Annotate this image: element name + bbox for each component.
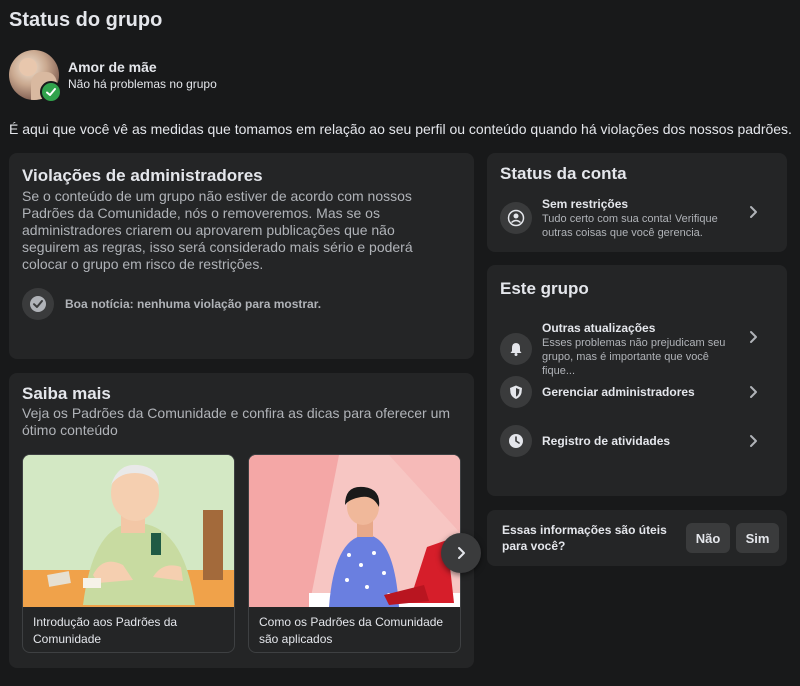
account-status-title: Status da conta bbox=[500, 164, 627, 183]
check-badge-icon bbox=[40, 81, 62, 103]
admin-violations-card: Violações de administradores Se o conteú… bbox=[9, 153, 474, 359]
feedback-yes-button[interactable]: Sim bbox=[736, 523, 779, 553]
good-news-row: Boa notícia: nenhuma violação para mostr… bbox=[22, 288, 321, 320]
group-avatar-wrap[interactable] bbox=[9, 50, 62, 103]
this-group-title: Este grupo bbox=[500, 279, 589, 298]
user-circle-icon bbox=[500, 202, 532, 234]
group-name[interactable]: Amor de mãe bbox=[68, 58, 217, 76]
bell-icon bbox=[500, 333, 532, 365]
article-card-enforcement[interactable]: Como os Padrões da Comunidade são aplica… bbox=[248, 454, 461, 653]
this-group-card: Este grupo Outras atualizações Esses pro… bbox=[487, 265, 787, 496]
chevron-right-icon[interactable] bbox=[748, 205, 760, 219]
article-label-intro[interactable]: Introdução aos Padrões da Comunidade bbox=[23, 607, 234, 652]
chevron-right-icon bbox=[458, 547, 465, 559]
article-image-elderly-man[interactable] bbox=[23, 455, 234, 607]
this-group-item-sub: Esses problemas não prejudicam seu grupo… bbox=[542, 337, 726, 377]
this-group-row-admins[interactable]: Gerenciar administradores bbox=[500, 376, 770, 408]
learn-more-description: Veja os Padrões da Comunidade e confira … bbox=[22, 405, 451, 438]
shield-icon bbox=[500, 376, 532, 408]
good-news-text: Boa notícia: nenhuma violação para mostr… bbox=[65, 297, 322, 311]
this-group-row-activity[interactable]: Registro de atividades bbox=[500, 425, 770, 457]
intro-text: É aqui que você vê as medidas que tomamo… bbox=[9, 121, 792, 137]
carousel-next-button[interactable] bbox=[441, 533, 481, 573]
article-label-enforcement[interactable]: Como os Padrões da Comunidade são aplica… bbox=[249, 607, 460, 652]
admin-violations-description: Se o conteúdo de um grupo não estiver de… bbox=[22, 188, 413, 272]
page-title: Status do grupo bbox=[9, 9, 163, 31]
account-status-card: Status da conta Sem restrições Tudo cert… bbox=[487, 153, 787, 252]
learn-more-title: Saiba mais bbox=[22, 384, 111, 403]
chevron-right-icon[interactable] bbox=[748, 385, 760, 399]
article-image-woman-laptop[interactable] bbox=[249, 455, 460, 607]
this-group-item-title: Gerenciar administradores bbox=[542, 385, 695, 399]
this-group-item-title: Registro de atividades bbox=[542, 434, 671, 448]
account-status-item-sub: Tudo certo com sua conta! Verifique outr… bbox=[542, 213, 718, 239]
clock-icon bbox=[500, 425, 532, 457]
check-circle-icon bbox=[22, 288, 54, 320]
admin-violations-title: Violações de administradores bbox=[22, 166, 263, 185]
chevron-right-icon[interactable] bbox=[748, 434, 760, 448]
article-card-intro[interactable]: Introdução aos Padrões da Comunidade bbox=[22, 454, 235, 653]
feedback-card: Essas informações são úteis para você? N… bbox=[487, 510, 787, 566]
feedback-no-button[interactable]: Não bbox=[686, 523, 730, 553]
feedback-question: Essas informações são úteis para você? bbox=[502, 523, 667, 553]
account-status-row[interactable]: Sem restrições Tudo certo com sua conta!… bbox=[500, 196, 770, 240]
group-header: Amor de mãe Não há problemas no grupo bbox=[9, 50, 217, 103]
chevron-right-icon[interactable] bbox=[748, 330, 760, 344]
account-status-item-title: Sem restrições bbox=[542, 197, 629, 211]
this-group-item-title: Outras atualizações bbox=[542, 321, 656, 335]
this-group-row-updates[interactable]: Outras atualizações Esses problemas não … bbox=[500, 320, 770, 378]
learn-more-card: Saiba mais Veja os Padrões da Comunidade… bbox=[9, 373, 474, 668]
group-status: Não há problemas no grupo bbox=[68, 77, 217, 91]
